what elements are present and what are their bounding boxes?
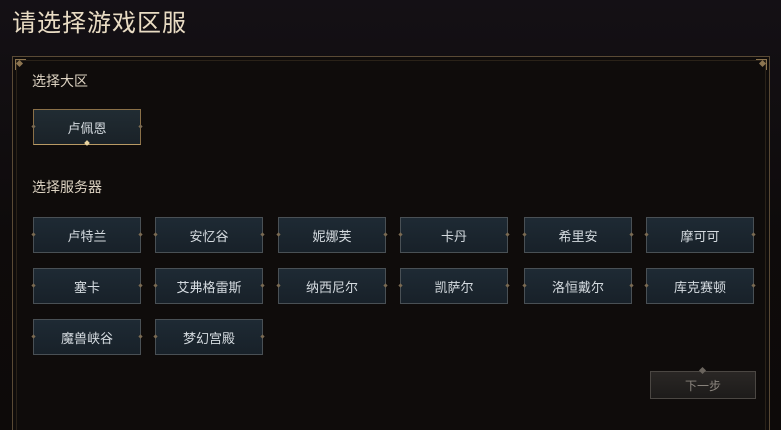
- page-title: 请选择游戏区服: [12, 9, 187, 37]
- server-tile[interactable]: 凯萨尔: [400, 268, 508, 304]
- server-tile-label: 安忆谷: [189, 229, 229, 245]
- server-tile-label: 卢特兰: [67, 229, 107, 245]
- server-tile-label: 妮娜芙: [312, 229, 352, 245]
- server-tile-label: 凯萨尔: [434, 280, 474, 296]
- region-section-label: 选择大区: [32, 74, 88, 90]
- server-tile-label: 希里安: [558, 229, 598, 245]
- selected-indicator-icon: [84, 140, 90, 146]
- diamond-ornament-icon: [698, 366, 707, 375]
- server-tile[interactable]: 洛恒戴尔: [524, 268, 632, 304]
- region-tile-label: 卢佩恩: [67, 121, 107, 137]
- server-tile[interactable]: 安忆谷: [155, 217, 263, 253]
- server-tile[interactable]: 卢特兰: [33, 217, 141, 253]
- server-tile[interactable]: 梦幻宫殿: [155, 319, 263, 355]
- server-tile[interactable]: 卡丹: [400, 217, 508, 253]
- server-tile-label: 梦幻宫殿: [182, 331, 235, 347]
- server-tile-label: 魔兽峡谷: [60, 331, 113, 347]
- server-tile-label: 库克赛顿: [673, 280, 726, 296]
- server-tile[interactable]: 魔兽峡谷: [33, 319, 141, 355]
- next-step-button[interactable]: 下一步: [650, 366, 756, 399]
- server-tile-label: 纳西尼尔: [305, 280, 358, 296]
- server-select-page: 请选择游戏区服 选择大区 卢佩恩 选择服务器 卢特兰 安忆谷 妮娜芙 卡丹 希里…: [0, 0, 781, 430]
- server-tile[interactable]: 摩可可: [646, 217, 754, 253]
- server-section-label: 选择服务器: [32, 180, 102, 196]
- server-tile-label: 塞卡: [73, 280, 100, 296]
- server-tile-label: 艾弗格雷斯: [176, 280, 242, 296]
- server-tile-label: 洛恒戴尔: [551, 280, 604, 296]
- server-tile[interactable]: 塞卡: [33, 268, 141, 304]
- selection-panel: 选择大区 卢佩恩 选择服务器 卢特兰 安忆谷 妮娜芙 卡丹 希里安 摩可可 塞卡…: [12, 56, 770, 430]
- server-tile[interactable]: 纳西尼尔: [278, 268, 386, 304]
- server-tile[interactable]: 妮娜芙: [278, 217, 386, 253]
- server-tile-label: 卡丹: [440, 229, 467, 245]
- next-step-label: 下一步: [684, 378, 721, 393]
- server-tile-label: 摩可可: [680, 229, 720, 245]
- region-tile-selected[interactable]: 卢佩恩: [33, 109, 141, 146]
- server-tile[interactable]: 艾弗格雷斯: [155, 268, 263, 304]
- server-tile[interactable]: 库克赛顿: [646, 268, 754, 304]
- server-tile[interactable]: 希里安: [524, 217, 632, 253]
